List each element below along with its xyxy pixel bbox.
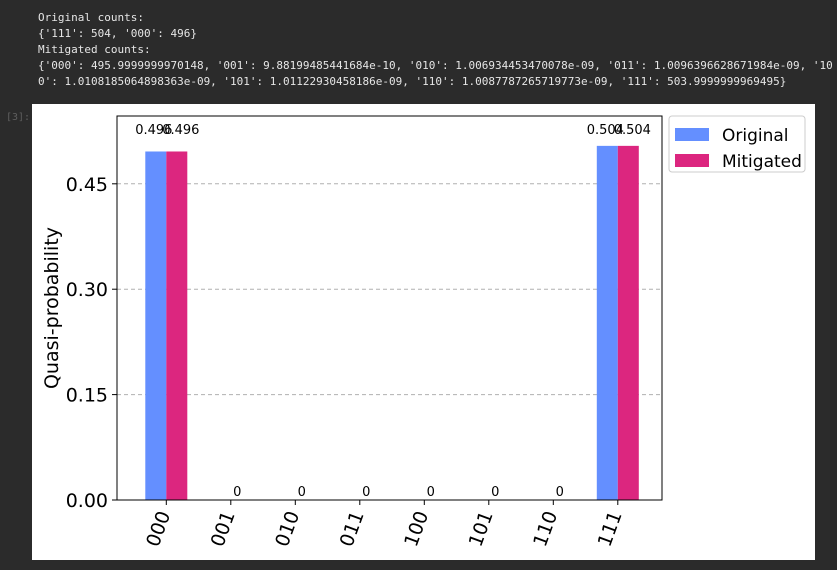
cell-prompt: [3]: [6, 112, 31, 123]
x-tick-label-011: 011 [336, 508, 369, 550]
bar-original-000 [145, 151, 167, 500]
bar-label-mitigated-000: 0.496 [162, 123, 199, 138]
x-tick-label-101: 101 [465, 508, 498, 550]
y-tick-label: 0.00 [66, 490, 108, 512]
legend: Original Mitigated [668, 115, 806, 173]
bar-label-mitigated-001: 0 [233, 485, 241, 500]
bar-label-mitigated-010: 0 [298, 485, 306, 500]
bar-value-labels: 0.4960.4960 0 0 0 0 00.5040.504 [135, 123, 651, 500]
x-tick-label-111: 111 [594, 508, 627, 550]
bar-label-mitigated-101: 0 [491, 485, 499, 500]
output-line-original-counts: {'111': 504, '000': 496} [38, 27, 197, 40]
histogram-figure: 0.00 0.15 0.30 0.45 000 001 010 011 100 101 110 11… [32, 104, 815, 560]
output-line-mitigated-counts-2: 0': 1.0108185064898363e-09, '101': 1.011… [38, 75, 787, 88]
x-tick-label-001: 001 [207, 508, 240, 550]
legend-label-original: Original [722, 126, 789, 146]
y-tick-label: 0.45 [66, 174, 108, 196]
gridlines [117, 183, 662, 396]
bar-original-111 [596, 145, 618, 500]
x-axis: 000 001 010 011 100 101 110 111 [142, 500, 627, 550]
x-tick-label-110: 110 [529, 508, 562, 550]
cell-output-text: Original counts: {'111': 504, '000': 496}… [38, 10, 833, 90]
bar-mitigated-000 [166, 151, 188, 500]
bar-label-mitigated-100: 0 [427, 485, 435, 500]
legend-swatch-original [675, 128, 709, 141]
bars [145, 145, 639, 500]
x-tick-label-010: 010 [271, 508, 304, 550]
bar-label-mitigated-111: 0.504 [614, 123, 651, 138]
bar-label-mitigated-011: 0 [362, 485, 370, 500]
y-tick-label: 0.30 [66, 279, 108, 301]
output-line-mitigated-title: Mitigated counts: [38, 43, 151, 56]
legend-label-mitigated: Mitigated [722, 152, 802, 172]
bar-label-mitigated-110: 0 [556, 485, 564, 500]
plot-frame [116, 115, 663, 501]
bar-mitigated-111 [617, 145, 639, 500]
x-tick-label-000: 000 [142, 508, 175, 550]
output-line-original-title: Original counts: [38, 11, 144, 24]
output-line-mitigated-counts-1: {'000': 495.9999999970148, '001': 9.8819… [38, 59, 833, 72]
x-tick-label-100: 100 [400, 508, 433, 550]
y-tick-label: 0.15 [66, 385, 108, 407]
y-axis-label: Quasi-probability [41, 227, 63, 389]
histogram-chart: 0.000.150.300.45 000 001 010 011 100 101 110 11… [41, 115, 806, 550]
legend-swatch-mitigated [675, 154, 709, 167]
y-axis: 0.00 0.15 0.30 0.45 [66, 174, 117, 512]
